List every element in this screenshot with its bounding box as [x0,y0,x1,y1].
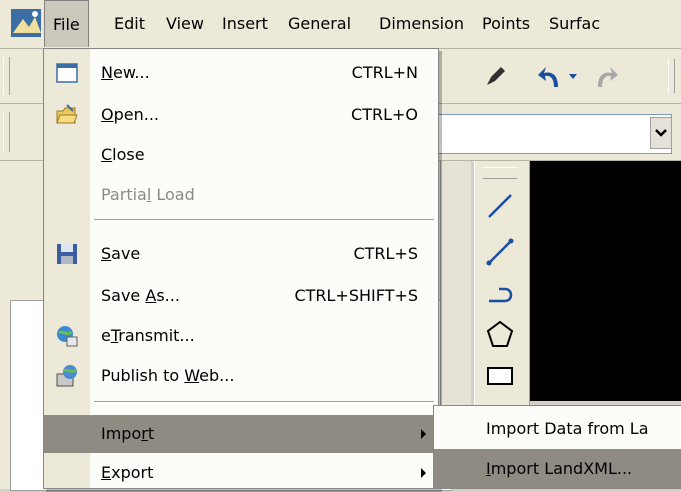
menu-item-export[interactable]: Export [44,454,438,492]
undo-icon[interactable] [536,61,566,91]
pencil-icon[interactable] [483,63,509,89]
menu-view[interactable]: View [158,0,212,48]
save-disk-icon [57,244,77,264]
menu-item-label: Save As... [101,286,180,305]
menu-item-label: Save [101,244,141,263]
new-document-icon [56,63,78,83]
submenu-item-import-landxml[interactable]: Import LandXML... [434,449,681,488]
menu-item-save[interactable]: Save CTRL+S [44,235,438,273]
menu-item-label: eTransmit... [101,326,195,345]
app-icon [11,9,41,37]
menu-general[interactable]: General [280,0,359,48]
line-tool-icon[interactable] [485,191,515,221]
menu-file[interactable]: File [44,0,89,47]
menu-separator [94,401,434,403]
drawing-canvas[interactable] [530,161,681,401]
menu-item-publish-to-web[interactable]: Publish to Web... [44,357,438,395]
menu-points[interactable]: Points [474,0,538,48]
rectangle-tool-icon[interactable] [485,361,515,391]
menu-item-label: Publish to Web... [101,366,235,385]
submenu-arrow-icon [421,429,426,439]
layer-dropdown[interactable] [430,114,672,154]
menu-item-label: Import Data from La [486,419,649,438]
file-menu: New... CTRL+N Open... CTRL+O Close Parti… [43,48,439,489]
palette-grip[interactable] [483,167,517,179]
menu-item-label: Import LandXML... [486,459,633,478]
shortcut-label: CTRL+S [353,244,418,263]
toolbar-grip[interactable] [3,57,10,95]
menu-item-label: Close [101,145,145,164]
menu-item-partial-load: Partial Load [44,176,438,214]
submenu-item-import-data[interactable]: Import Data from La [434,409,681,449]
menu-item-import[interactable]: Import [44,415,438,453]
etransmit-icon [57,326,78,347]
menu-item-label: New... [101,63,150,82]
menu-item-etransmit[interactable]: eTransmit... [44,317,438,355]
menu-item-save-as[interactable]: Save As... CTRL+SHIFT+S [44,277,438,315]
toolbar-grip[interactable] [3,112,10,152]
publish-web-icon [56,365,77,387]
arc-tool-icon[interactable] [485,277,515,307]
chevron-down-icon[interactable] [650,117,672,149]
open-folder-icon [56,104,78,124]
menu-surfaces[interactable]: Surfac [541,0,608,48]
menu-bar: File Edit View Insert General Dimension … [0,0,681,49]
submenu-arrow-icon [421,468,426,478]
shortcut-label: CTRL+N [351,63,418,82]
import-submenu: Import Data from La Import LandXML... [433,405,681,489]
menu-item-close[interactable]: Close [44,136,438,174]
menu-edit[interactable]: Edit [106,0,153,48]
menu-item-label: Import [101,424,155,443]
menu-separator [94,219,434,221]
shortcut-label: CTRL+SHIFT+S [294,286,418,305]
menu-item-label: Open... [101,105,159,124]
redo-icon[interactable] [590,61,620,91]
polygon-tool-icon[interactable] [485,319,515,349]
menu-item-open[interactable]: Open... CTRL+O [44,96,438,134]
undo-dropdown-icon[interactable] [568,71,578,81]
toolbar-separator [668,59,675,93]
shortcut-label: CTRL+O [351,105,418,124]
menu-item-label: Partial Load [101,185,195,204]
menu-item-new[interactable]: New... CTRL+N [44,54,438,92]
menu-insert[interactable]: Insert [214,0,276,48]
menu-dimension[interactable]: Dimension [371,0,472,48]
menu-item-label: Export [101,463,154,482]
polyline-tool-icon[interactable] [485,237,515,267]
